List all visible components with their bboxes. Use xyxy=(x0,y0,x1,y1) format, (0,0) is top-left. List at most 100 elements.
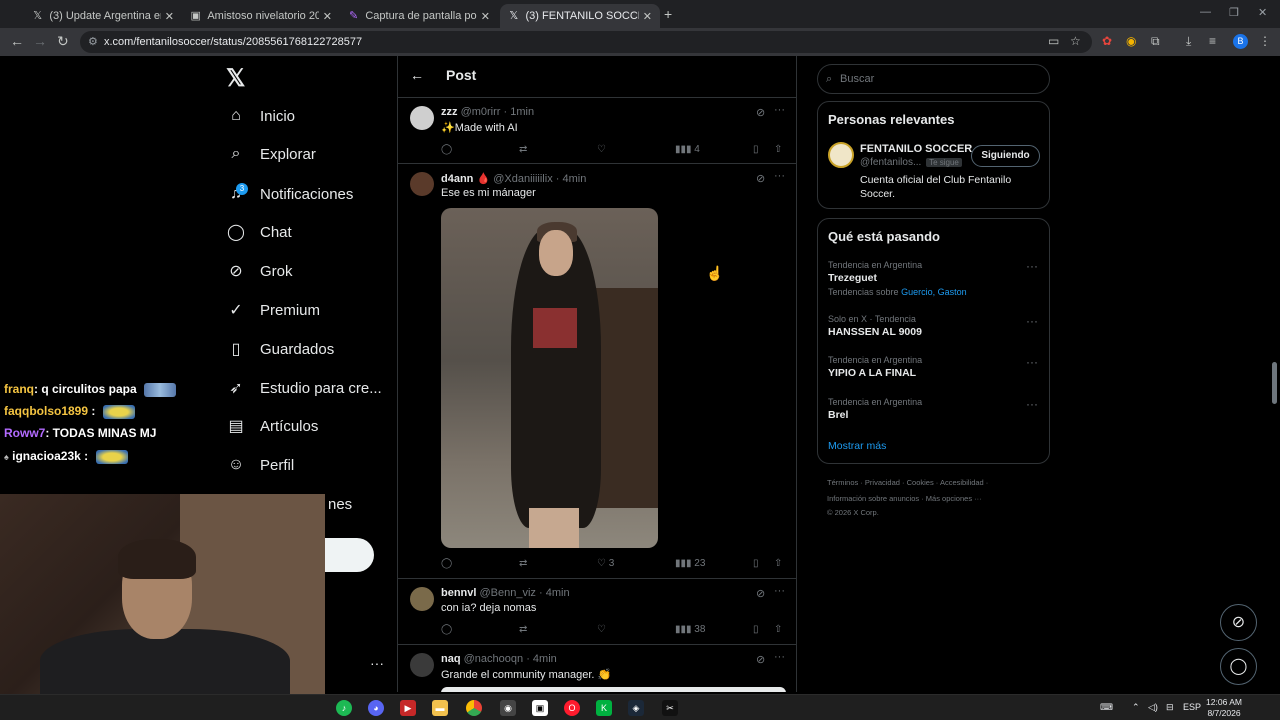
trend-name[interactable]: YIPIO A LA FINAL xyxy=(828,367,916,379)
more-icon[interactable]: ··· xyxy=(774,651,785,663)
grok-icon[interactable]: ⊘ xyxy=(756,172,765,185)
show-more-link[interactable]: Mostrar más xyxy=(828,440,886,452)
nav-item-creator-studio[interactable]: ➶ Estudio para cre... xyxy=(226,374,381,402)
install-app-icon[interactable]: ▭ xyxy=(1048,34,1059,48)
share-icon[interactable]: ⇧ xyxy=(774,624,782,635)
restore-icon[interactable]: ❐ xyxy=(1229,6,1239,19)
browser-tab-active[interactable]: 𝕏 (3) FENTANILO SOCCER en X: " ✕ xyxy=(500,4,660,28)
close-window-icon[interactable]: ✕ xyxy=(1258,6,1267,19)
retweet-icon[interactable]: ⇄ xyxy=(519,624,527,635)
tweet-author[interactable]: naq @nachooqn · 4min xyxy=(441,653,557,665)
nav-item-articles[interactable]: ▤ Artículos xyxy=(226,412,318,440)
close-tab-icon[interactable]: ✕ xyxy=(165,10,174,23)
retweet-icon[interactable]: ⇄ xyxy=(519,558,527,569)
profile-name[interactable]: FENTANILO SOCCER xyxy=(860,143,972,155)
download-icon[interactable]: ⤓ xyxy=(1186,34,1191,49)
scrollbar-thumb[interactable] xyxy=(1272,362,1277,404)
trend-name[interactable]: Brel xyxy=(828,409,848,421)
browser-tab[interactable]: ▣ Amistoso nivelatorio 20:00 HS ✕ xyxy=(182,4,340,28)
nav-item-profile[interactable]: ☺ Perfil xyxy=(226,451,294,479)
reply-icon[interactable]: ◯ xyxy=(441,624,452,635)
trend-name[interactable]: HANSSEN AL 9009 xyxy=(828,326,922,338)
menu-dots-icon[interactable]: ⋮ xyxy=(1259,34,1271,48)
extension-icon[interactable]: ✿ xyxy=(1102,34,1112,48)
app-icon[interactable]: ▣ xyxy=(532,700,548,716)
account-menu-icon[interactable]: ··· xyxy=(370,655,384,671)
avatar[interactable] xyxy=(410,106,434,130)
x-logo-icon[interactable]: 𝕏 xyxy=(226,64,245,93)
share-icon[interactable]: ⇧ xyxy=(774,144,782,155)
forward-icon[interactable]: → xyxy=(33,33,47,49)
bookmark-icon[interactable]: ▯ xyxy=(753,624,759,635)
like-icon[interactable]: ♡ xyxy=(597,144,606,155)
chevron-up-icon[interactable]: ⌃ xyxy=(1132,702,1140,713)
reply-icon[interactable]: ◯ xyxy=(441,144,452,155)
chrome-icon[interactable] xyxy=(466,700,482,716)
capcut-icon[interactable]: ✂ xyxy=(662,700,678,716)
more-icon[interactable]: ··· xyxy=(774,104,785,116)
grok-icon[interactable]: ⊘ xyxy=(756,106,765,119)
nav-item-grok[interactable]: ⊘ Grok xyxy=(226,257,292,285)
views-icon[interactable]: ▮▮▮ 4 xyxy=(675,144,700,155)
discord-icon[interactable]: ◕ xyxy=(368,700,384,716)
grok-icon[interactable]: ⊘ xyxy=(756,653,765,666)
back-arrow-icon[interactable]: ← xyxy=(410,67,424,83)
tweet-author[interactable]: d4ann 🩸 @Xdaniiiiilix · 4min xyxy=(441,172,586,185)
like-icon[interactable]: ♡ 3 xyxy=(597,558,614,569)
keyboard-icon[interactable]: ⌨ xyxy=(1100,702,1113,713)
spotify-icon[interactable]: ♪ xyxy=(336,700,352,716)
nav-item-bookmarks[interactable]: ▯ Guardados xyxy=(226,335,335,363)
search-box[interactable]: ⌕ Buscar xyxy=(817,64,1050,94)
tweet-image-preview[interactable] xyxy=(441,687,786,692)
tweet-author[interactable]: zzz @m0rirr · 1min xyxy=(441,106,534,118)
nav-item-premium[interactable]: ✓ Premium xyxy=(226,296,320,324)
share-icon[interactable]: ⇧ xyxy=(774,558,782,569)
more-icon[interactable]: ··· xyxy=(1026,314,1038,328)
more-icon[interactable]: ··· xyxy=(774,585,785,597)
site-info-icon[interactable]: ⚙ xyxy=(88,31,98,53)
nav-item-home[interactable]: ⌂ Inicio xyxy=(226,102,295,130)
reload-icon[interactable]: ↻ xyxy=(57,33,69,50)
bookmark-icon[interactable]: ▯ xyxy=(753,144,759,155)
obs-icon[interactable]: ◉ xyxy=(500,700,516,716)
network-icon[interactable]: ⊟ xyxy=(1166,702,1174,713)
nav-item-partial[interactable]: nes xyxy=(328,490,352,518)
profile-avatar[interactable]: B xyxy=(1233,34,1248,49)
kick-icon[interactable]: K xyxy=(596,700,612,716)
grok-icon[interactable]: ⊘ xyxy=(756,587,765,600)
more-icon[interactable]: ··· xyxy=(1026,355,1038,369)
opera-icon[interactable]: O xyxy=(564,700,580,716)
nav-item-explore[interactable]: ⌕ Explorar xyxy=(226,140,316,168)
tweet-author[interactable]: bennvl @Benn_viz · 4min xyxy=(441,587,570,599)
back-icon[interactable]: ← xyxy=(10,33,24,49)
retweet-icon[interactable]: ⇄ xyxy=(519,144,527,155)
nav-item-notifications[interactable]: ♫ 3 Notificaciones xyxy=(226,180,353,208)
reply-icon[interactable]: ◯ xyxy=(441,558,452,569)
close-tab-icon[interactable]: ✕ xyxy=(323,10,332,23)
volume-icon[interactable]: ◁) xyxy=(1148,702,1158,713)
avatar[interactable] xyxy=(410,172,434,196)
more-icon[interactable]: ··· xyxy=(1026,397,1038,411)
messages-fab-icon[interactable]: ◯ xyxy=(1220,648,1257,685)
like-icon[interactable]: ♡ xyxy=(597,624,606,635)
nav-item-chat[interactable]: ◯ Chat xyxy=(226,218,292,246)
avatar[interactable] xyxy=(828,142,854,168)
avatar[interactable] xyxy=(410,587,434,611)
footer-links[interactable]: Términos · Privacidad · Cookies · Accesi… xyxy=(827,478,988,487)
bookmark-icon[interactable]: ▯ xyxy=(753,558,759,569)
steam-icon[interactable]: ◈ xyxy=(628,700,644,716)
star-icon[interactable]: ☆ xyxy=(1070,34,1081,48)
media-control-icon[interactable]: ≡ xyxy=(1209,34,1216,48)
footer-links[interactable]: Información sobre anuncios · Más opcione… xyxy=(827,494,982,503)
trend-links[interactable]: Guercio, Gaston xyxy=(901,287,967,297)
views-icon[interactable]: ▮▮▮ 23 xyxy=(675,558,705,569)
more-icon[interactable]: ··· xyxy=(1026,259,1038,273)
browser-tab[interactable]: ✎ Captura de pantalla por Lightsh ✕ xyxy=(340,4,498,28)
tweet-video[interactable] xyxy=(441,208,658,548)
browser-tab[interactable]: 𝕏 (3) Update Argentina en X: " ✕ xyxy=(24,4,182,28)
reply-tweet[interactable]: naq @nachooqn · 4min Grande el community… xyxy=(398,645,796,692)
extension-icon[interactable]: ◉ xyxy=(1126,34,1136,48)
app-icon[interactable]: ▶ xyxy=(400,700,416,716)
system-clock[interactable]: 12:06 AM 8/7/2026 xyxy=(1206,697,1242,719)
reply-tweet[interactable]: bennvl @Benn_viz · 4min con ia? deja nom… xyxy=(398,579,796,645)
